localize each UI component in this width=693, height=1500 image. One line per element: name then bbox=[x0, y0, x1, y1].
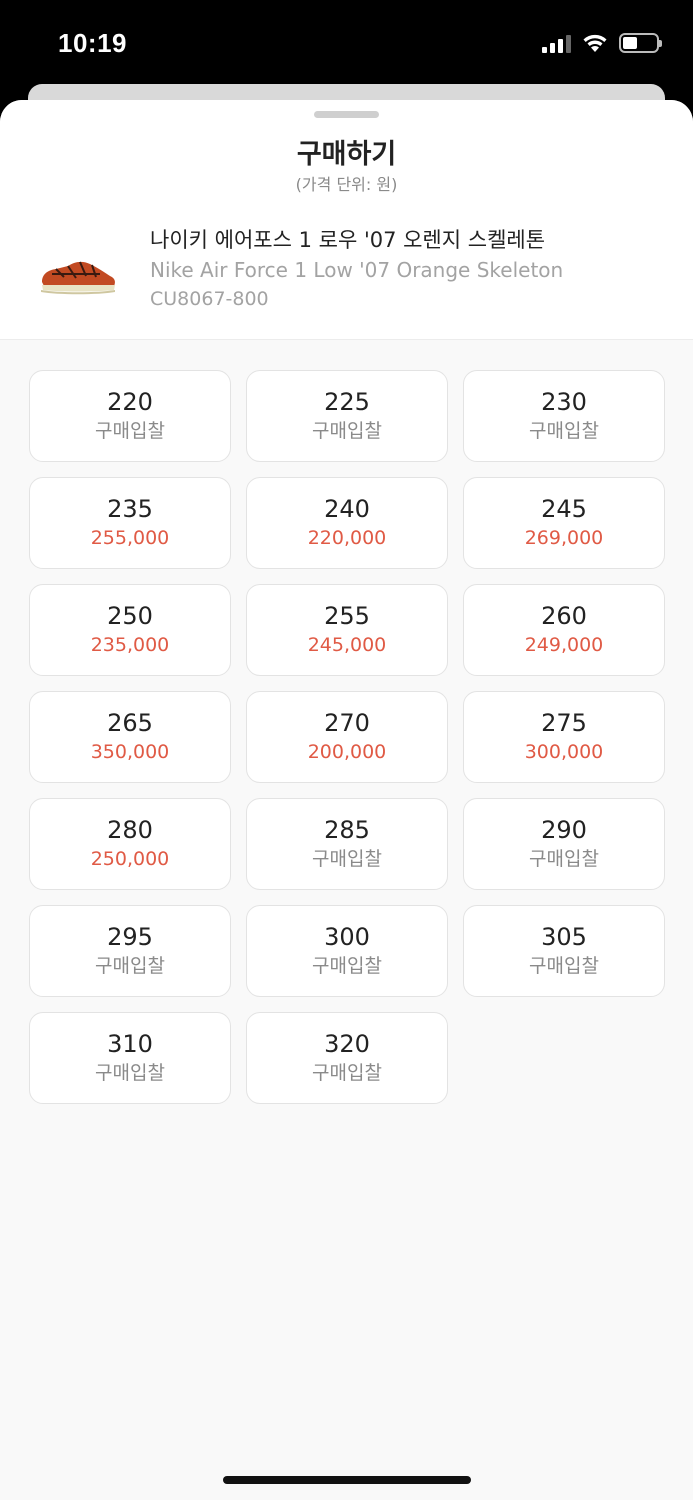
size-price: 220,000 bbox=[307, 527, 387, 549]
size-label: 225 bbox=[324, 388, 370, 416]
product-name-english: Nike Air Force 1 Low '07 Orange Skeleton bbox=[150, 258, 564, 282]
size-label: 280 bbox=[107, 816, 153, 844]
size-option-270[interactable]: 270 200,000 bbox=[246, 691, 448, 783]
size-price: 249,000 bbox=[524, 634, 604, 656]
size-option-290[interactable]: 290 구매입찰 bbox=[463, 798, 665, 890]
size-option-230[interactable]: 230 구매입찰 bbox=[463, 370, 665, 462]
wifi-icon bbox=[583, 34, 607, 52]
product-code: CU8067-800 bbox=[150, 288, 269, 310]
status-time: 10:19 bbox=[58, 28, 127, 58]
size-price: 350,000 bbox=[90, 741, 170, 763]
size-price: 200,000 bbox=[307, 741, 387, 763]
size-price: 300,000 bbox=[524, 741, 604, 763]
size-price: 255,000 bbox=[90, 527, 170, 549]
bid-label: 구매입찰 bbox=[95, 1062, 165, 1084]
home-indicator bbox=[223, 1476, 471, 1484]
bid-label: 구매입찰 bbox=[312, 848, 382, 870]
bid-label: 구매입찰 bbox=[312, 420, 382, 442]
bid-label: 구매입찰 bbox=[312, 955, 382, 977]
size-option-235[interactable]: 235 255,000 bbox=[29, 477, 231, 569]
size-option-220[interactable]: 220 구매입찰 bbox=[29, 370, 231, 462]
size-label: 240 bbox=[324, 495, 370, 523]
size-label: 305 bbox=[541, 923, 587, 951]
size-option-265[interactable]: 265 350,000 bbox=[29, 691, 231, 783]
size-option-245[interactable]: 245 269,000 bbox=[463, 477, 665, 569]
sheet-grabber[interactable] bbox=[314, 111, 379, 118]
size-option-295[interactable]: 295 구매입찰 bbox=[29, 905, 231, 997]
size-option-320[interactable]: 320 구매입찰 bbox=[246, 1012, 448, 1104]
size-option-255[interactable]: 255 245,000 bbox=[246, 584, 448, 676]
sneaker-image bbox=[41, 261, 115, 295]
cellular-signal-icon bbox=[542, 33, 571, 53]
size-label: 260 bbox=[541, 602, 587, 630]
size-label: 250 bbox=[107, 602, 153, 630]
bid-label: 구매입찰 bbox=[95, 955, 165, 977]
size-label: 255 bbox=[324, 602, 370, 630]
size-option-240[interactable]: 240 220,000 bbox=[246, 477, 448, 569]
size-option-310[interactable]: 310 구매입찰 bbox=[29, 1012, 231, 1104]
size-price: 245,000 bbox=[307, 634, 387, 656]
size-label: 230 bbox=[541, 388, 587, 416]
page-title: 구매하기 bbox=[296, 139, 397, 170]
bid-label: 구매입찰 bbox=[529, 420, 599, 442]
size-label: 310 bbox=[107, 1030, 153, 1058]
size-option-275[interactable]: 275 300,000 bbox=[463, 691, 665, 783]
status-bar: 10:19 bbox=[0, 0, 693, 84]
size-label: 295 bbox=[107, 923, 153, 951]
size-price: 250,000 bbox=[90, 848, 170, 870]
size-option-260[interactable]: 260 249,000 bbox=[463, 584, 665, 676]
size-grid: 220 구매입찰 225 구매입찰 230 구매입찰 235 255,000 240 220,00… bbox=[29, 370, 665, 1104]
bid-label: 구매입찰 bbox=[95, 420, 165, 442]
size-option-225[interactable]: 225 구매입찰 bbox=[246, 370, 448, 462]
size-price: 235,000 bbox=[90, 634, 170, 656]
bid-label: 구매입찰 bbox=[312, 1062, 382, 1084]
size-label: 290 bbox=[541, 816, 587, 844]
size-label: 275 bbox=[541, 709, 587, 737]
size-label: 320 bbox=[324, 1030, 370, 1058]
size-label: 220 bbox=[107, 388, 153, 416]
bid-label: 구매입찰 bbox=[529, 848, 599, 870]
size-price: 269,000 bbox=[524, 527, 604, 549]
size-option-250[interactable]: 250 235,000 bbox=[29, 584, 231, 676]
purchase-sheet: 구매하기 (가격 단위: 원) 나이키 에어포스 1 로우 '07 오렌지 스켈… bbox=[0, 100, 693, 1500]
size-label: 270 bbox=[324, 709, 370, 737]
size-label: 300 bbox=[324, 923, 370, 951]
size-option-285[interactable]: 285 구매입찰 bbox=[246, 798, 448, 890]
size-label: 285 bbox=[324, 816, 370, 844]
size-option-280[interactable]: 280 250,000 bbox=[29, 798, 231, 890]
size-label: 235 bbox=[107, 495, 153, 523]
bid-label: 구매입찰 bbox=[529, 955, 599, 977]
sheet-header: 구매하기 (가격 단위: 원) 나이키 에어포스 1 로우 '07 오렌지 스켈… bbox=[0, 100, 693, 340]
price-unit-note: (가격 단위: 원) bbox=[295, 175, 398, 194]
status-icons bbox=[542, 32, 662, 54]
size-label: 245 bbox=[541, 495, 587, 523]
product-name-korean: 나이키 에어포스 1 로우 '07 오렌지 스켈레톤 bbox=[150, 228, 546, 252]
size-label: 265 bbox=[107, 709, 153, 737]
size-option-300[interactable]: 300 구매입찰 bbox=[246, 905, 448, 997]
size-option-305[interactable]: 305 구매입찰 bbox=[463, 905, 665, 997]
battery-icon bbox=[619, 33, 662, 53]
